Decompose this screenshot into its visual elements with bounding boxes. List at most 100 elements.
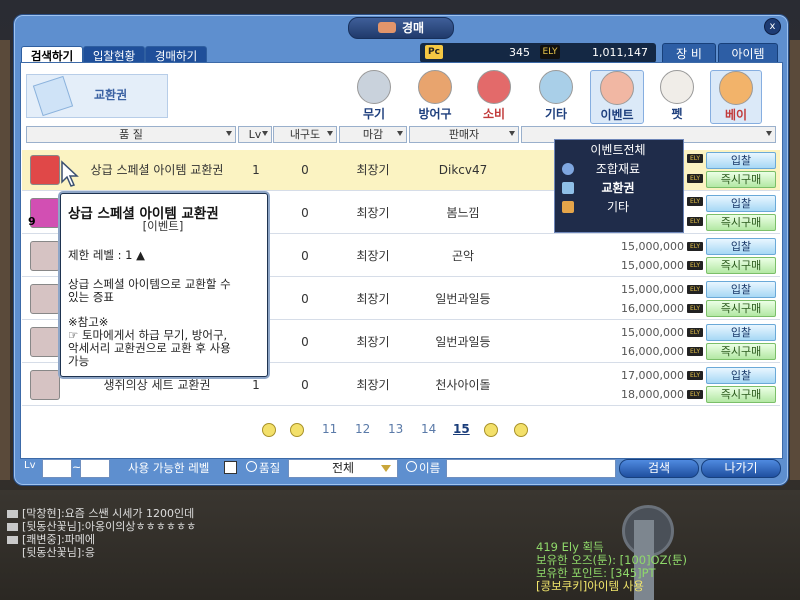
ely-icon: ELY [687,174,703,183]
buy-now-button[interactable]: 즉시구매 [706,300,776,317]
etc-icon [539,70,573,104]
system-message: [콩보쿠키]아이템 사용 [536,579,644,593]
bid-button[interactable]: 입찰 [706,238,776,255]
dropdown-arrow-icon [397,131,403,136]
mouse-cursor-icon [61,160,79,187]
bid-button[interactable]: 입찰 [706,152,776,169]
chat-line: [막창현]:요즘 스쌘 시세가 1200인데 [22,507,195,520]
chat-line: [쾌변중]:파메에 [22,533,96,546]
sort-durability[interactable]: 내구도 [273,126,337,143]
chat-scroll-end-icon[interactable] [7,536,18,544]
ely-value: 1,011,147 [592,46,648,59]
window-title: 경매 [348,17,454,39]
prev-page-icon[interactable] [290,423,304,437]
next-page-icon[interactable] [484,423,498,437]
first-page-icon[interactable] [262,423,276,437]
scene-pillar-left [0,40,10,480]
quality-select[interactable]: 전체 [288,459,398,478]
close-button[interactable]: x [764,18,781,35]
armor-icon [418,70,452,104]
usable-level-checkbox[interactable] [224,461,237,474]
category-consumable[interactable]: 소비 [472,70,516,122]
category-weapon[interactable]: 무기 [352,70,396,122]
search-icon [246,461,257,472]
menu-item-etc[interactable]: 기타 [554,198,682,217]
name-label: 이름 [406,460,440,476]
ely-icon: ELY [687,154,703,163]
buy-now-button[interactable]: 즉시구매 [706,386,776,403]
last-page-icon[interactable] [514,423,528,437]
weapon-icon [357,70,391,104]
usable-level-label: 사용 가능한 레벨 [128,461,210,475]
tooltip-subtitle: [이벤트] [142,219,184,233]
tooltip-required-level: 제한 레벨 : 1 ▲ [68,248,145,262]
ely-icon: ELY [687,371,703,380]
page-12[interactable]: 12 [355,422,370,436]
ely-icon: ELY [687,347,703,356]
dropdown-arrow-icon [262,131,268,136]
search-icon [406,461,417,472]
pc-point-icon: Pc [425,45,443,59]
page-13[interactable]: 13 [388,422,403,436]
menu-item-event-all[interactable]: 이벤트전체 [554,141,682,160]
sort-deadline[interactable]: 마감 [339,126,407,143]
sort-quality[interactable]: 품 질 [26,126,236,143]
coupon-icon [562,182,574,194]
buy-now-button[interactable]: 즉시구매 [706,257,776,274]
ely-icon: ELY [540,45,560,59]
tooltip-desc-line2: 있는 증표 [68,290,114,304]
pet-icon [660,70,694,104]
sort-level[interactable]: Lv [238,126,272,143]
exit-button[interactable]: 나가기 [701,459,781,478]
potion-icon [477,70,511,104]
category-bay[interactable]: 베이 [710,70,762,124]
bid-button[interactable]: 입찰 [706,281,776,298]
menu-item-coupon[interactable]: 교환권 [554,179,682,198]
coupon-item-icon [30,284,60,314]
gear-icon [562,163,574,175]
coupon-item-icon [30,327,60,357]
coupon-item-icon [30,370,60,400]
sort-seller[interactable]: 판매자 [409,126,519,143]
category-armor[interactable]: 방어구 [413,70,457,122]
chat-line: [뒷동산꽃님]:응 [22,546,96,559]
min-level-input[interactable] [42,459,72,478]
buy-now-button[interactable]: 즉시구매 [706,214,776,231]
buy-now-button[interactable]: 즉시구매 [706,171,776,188]
category-etc[interactable]: 기타 [534,70,578,122]
ely-icon: ELY [687,217,703,226]
chat-scroll-up-icon[interactable] [7,510,18,518]
chat-line: [뒷동산꽃님]:아옹이의상ㅎㅎㅎㅎㅎㅎ [22,520,197,533]
bid-button[interactable]: 입찰 [706,367,776,384]
menu-item-materials[interactable]: 조합재료 [554,160,682,179]
ely-icon: ELY [687,304,703,313]
chat-scroll-down-icon[interactable] [7,523,18,531]
tooltip-note-line2: 악세서리 교환권으로 교환 후 사용 [68,341,231,355]
page-15-current[interactable]: 15 [453,422,470,436]
name-search-input[interactable] [446,459,616,478]
quality-label: 품질 [246,460,280,476]
max-level-input[interactable] [80,459,110,478]
search-button[interactable]: 검색 [619,459,699,478]
buy-now-button[interactable]: 즉시구매 [706,343,776,360]
level-label: Lv [24,460,36,471]
cookie-icon [719,71,753,105]
category-event[interactable]: 이벤트 [590,70,644,124]
ely-icon: ELY [687,242,703,251]
dropdown-arrow-icon [766,131,772,136]
page-14[interactable]: 14 [421,422,436,436]
coupon-item-icon [30,155,60,185]
ely-icon: ELY [687,197,703,206]
scene-pillar-right [790,40,800,480]
ely-icon: ELY [687,390,703,399]
coupon-item-icon [30,241,60,271]
dropdown-arrow-icon [509,131,515,136]
page-11[interactable]: 11 [322,422,337,436]
ely-icon: ELY [687,261,703,270]
bid-button[interactable]: 입찰 [706,324,776,341]
bid-button[interactable]: 입찰 [706,195,776,212]
stack-count: 9 [28,215,36,228]
category-pet[interactable]: 펫 [655,70,699,122]
dropdown-arrow-icon [381,465,391,472]
ely-icon: ELY [687,328,703,337]
